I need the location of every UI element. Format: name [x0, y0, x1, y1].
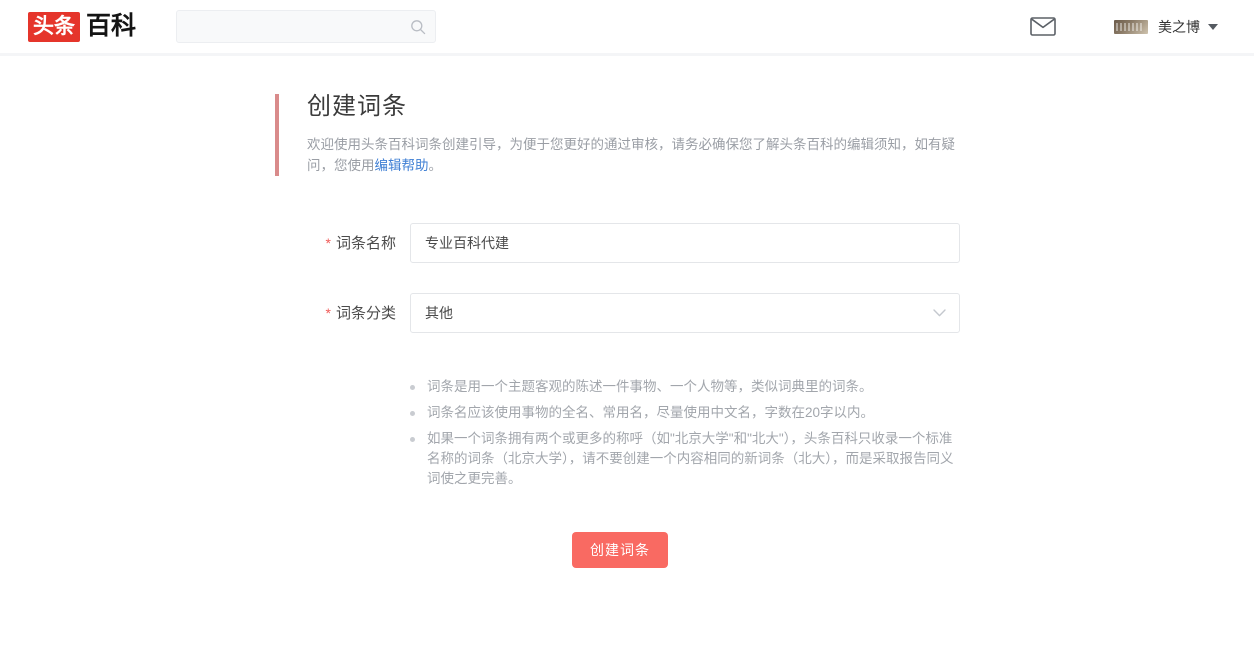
page-title: 创建词条	[307, 93, 407, 120]
intro-text-suffix: 。	[428, 158, 443, 174]
edit-help-link[interactable]: 编辑帮助	[375, 158, 429, 173]
main-content: 创建词条 欢迎使用头条百科词条创建引导，为便于您更好的通过审核，请务必确保您了解…	[0, 56, 1254, 569]
entry-category-value: 其他	[425, 305, 453, 322]
logo-badge-toutiao: 头条	[28, 11, 80, 42]
avatar	[1114, 19, 1148, 34]
required-mark: *	[325, 234, 331, 251]
label-entry-name: * 词条名称	[275, 236, 410, 251]
logo-text-baike: 百科	[86, 12, 137, 40]
label-entry-name-text: 词条名称	[335, 234, 396, 252]
list-item: 词条是用一个主题客观的陈述一件事物、一个人物等，类似词典里的词条。	[410, 377, 955, 397]
site-logo[interactable]: 头条 百科	[28, 11, 137, 42]
site-header: 头条 百科 美之博	[0, 0, 1254, 53]
tips-list: 词条是用一个主题客观的陈述一件事物、一个人物等，类似词典里的词条。 词条名应该使…	[275, 377, 965, 489]
label-entry-category-text: 词条分类	[335, 304, 396, 322]
envelope-icon[interactable]	[1028, 12, 1058, 42]
content-inner: 创建词条 欢迎使用头条百科词条创建引导，为便于您更好的通过审核，请务必确保您了解…	[275, 93, 965, 569]
form-row-entry-name: * 词条名称	[275, 223, 965, 264]
user-name: 美之博	[1158, 18, 1200, 35]
create-entry-form: *词条名称 *词条分类 其他	[275, 223, 965, 334]
entry-category-select[interactable]: 其他	[410, 293, 960, 334]
form-row-entry-category: * 词条分类 其他	[275, 293, 965, 334]
required-mark: *	[325, 304, 331, 321]
field-entry-name	[410, 223, 960, 264]
field-entry-category: 其他	[410, 293, 960, 334]
list-item: 词条名应该使用事物的全名、常用名，尽量使用中文名，字数在20字以内。	[410, 403, 955, 423]
search-input[interactable]	[176, 10, 437, 43]
label-entry-category: * 词条分类	[275, 306, 410, 321]
intro-block: 创建词条 欢迎使用头条百科词条创建引导，为便于您更好的通过审核，请务必确保您了解…	[275, 93, 965, 177]
submit-area: 创建词条	[275, 532, 965, 569]
entry-name-input[interactable]	[410, 223, 960, 264]
header-actions: 美之博	[1028, 12, 1218, 42]
list-item: 如果一个词条拥有两个或更多的称呼（如"北京大学"和"北大"），头条百科只收录一个…	[410, 429, 955, 489]
create-entry-button[interactable]: 创建词条	[572, 532, 668, 569]
intro-description: 欢迎使用头条百科词条创建引导，为便于您更好的通过审核，请务必确保您了解头条百科的…	[307, 134, 965, 176]
chevron-down-icon[interactable]	[1208, 23, 1218, 30]
search-box[interactable]	[176, 10, 437, 43]
user-menu[interactable]: 美之博	[1114, 18, 1218, 35]
